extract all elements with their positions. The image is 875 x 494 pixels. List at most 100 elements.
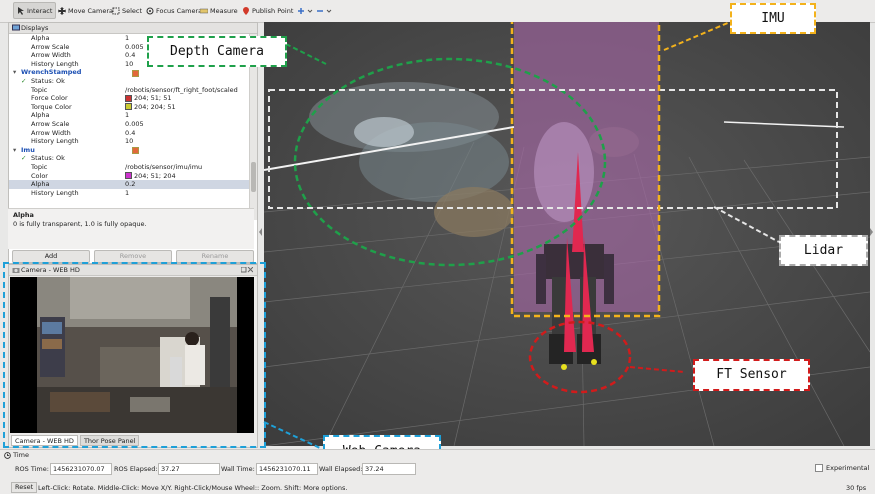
property-name: Arrow Scale	[31, 120, 70, 128]
property-value[interactable]: 0.005	[125, 120, 144, 129]
display-property-row[interactable]: History Length 10	[9, 137, 249, 146]
imu-callout: IMU	[730, 3, 816, 34]
status-ok-icon: ✓	[21, 77, 27, 85]
property-name: Imu	[21, 145, 35, 154]
property-value-text: 0.005	[125, 42, 144, 51]
property-name: Topic	[31, 163, 48, 171]
property-name: WrenchStamped	[21, 68, 82, 77]
display-property-row[interactable]: Arrow Width 0.4	[9, 129, 249, 138]
property-value-text: /robotis/sensor/ft_right_foot/scaled	[125, 85, 238, 94]
property-value[interactable]: /robotis/sensor/ft_right_foot/scaled	[125, 86, 238, 95]
ros-elapsed-field[interactable]: 37.27	[158, 463, 220, 475]
depth-camera-callout: Depth Camera	[147, 36, 287, 67]
display-property-row[interactable]: Torque Color 204; 204; 51	[9, 103, 249, 112]
scrollbar-thumb[interactable]	[251, 162, 256, 192]
wall-time-field[interactable]: 1456231070.11	[256, 463, 318, 475]
cursor-icon	[18, 6, 24, 15]
select-icon	[112, 7, 120, 14]
color-swatch	[125, 94, 132, 102]
enable-checkbox[interactable]	[132, 147, 139, 155]
description-title: Alpha	[13, 211, 34, 219]
display-property-row[interactable]: Status: Ok ✓	[9, 77, 249, 86]
property-value[interactable]: 204; 204; 51	[125, 103, 176, 112]
display-property-row[interactable]: Topic/robotis/sensor/ft_right_foot/scale…	[9, 86, 249, 95]
property-name: Topic	[31, 85, 48, 94]
property-value-text: 0.005	[125, 120, 144, 128]
measure-button[interactable]: Measure	[200, 3, 238, 18]
wall-time-label: Wall Time:	[221, 465, 255, 473]
display-property-row[interactable]: WrenchStamped ▾	[9, 68, 249, 77]
property-value-text: 0.2	[125, 180, 136, 189]
property-name: Force Color	[31, 94, 68, 103]
experimental-checkbox[interactable]: Experimental	[815, 464, 869, 472]
ros-time-label: ROS Time:	[15, 465, 49, 473]
display-property-row[interactable]: History Length 1	[9, 189, 249, 198]
property-value[interactable]: 204; 51; 204	[125, 172, 176, 181]
property-name: History Length	[31, 188, 79, 197]
wall-elapsed-field[interactable]: 37.24	[362, 463, 416, 475]
clock-icon	[4, 451, 11, 459]
property-value-text: 204; 51; 51	[134, 94, 172, 103]
add-tool-button[interactable]	[297, 3, 315, 18]
color-swatch	[125, 103, 132, 111]
expand-chevron-icon[interactable]: ▾	[13, 68, 16, 77]
move-camera-button[interactable]: Move Camera	[58, 3, 113, 18]
display-property-row[interactable]: Topic/robotis/sensor/imu/imu	[9, 163, 249, 172]
property-value[interactable]: 10	[125, 137, 133, 146]
display-property-row[interactable]: Alpha 1	[9, 111, 249, 120]
display-property-row[interactable]: Alpha 0.2	[9, 180, 249, 189]
collapse-left-icon	[259, 228, 262, 236]
property-value[interactable]: 1	[125, 111, 129, 120]
enable-checkbox[interactable]	[132, 69, 139, 77]
ruler-icon	[200, 8, 208, 13]
property-description: Alpha 0 is fully transparent, 1.0 is ful…	[8, 208, 254, 249]
property-value[interactable]: 1	[125, 34, 129, 43]
property-value-text: /robotis/sensor/imu/imu	[125, 163, 203, 171]
display-property-row[interactable]: Imu ▾	[9, 146, 249, 155]
expand-chevron-icon[interactable]: ▾	[13, 146, 16, 155]
checkbox-box[interactable]	[815, 464, 823, 472]
property-value[interactable]: 0.4	[125, 51, 135, 60]
display-property-row[interactable]: Color 204; 51; 204	[9, 172, 249, 181]
property-name: Arrow Width	[31, 51, 71, 60]
property-value-text: 0.4	[125, 51, 136, 60]
move-camera-label: Move Camera	[68, 6, 114, 15]
property-name: Arrow Width	[31, 128, 71, 137]
ros-time-field[interactable]: 1456231070.07	[50, 463, 112, 475]
measure-label: Measure	[210, 6, 238, 15]
property-value[interactable]: 0.4	[125, 129, 135, 138]
reset-button[interactable]: Reset	[11, 482, 38, 493]
ros-elapsed-label: ROS Elapsed:	[114, 465, 158, 473]
display-property-row[interactable]: Status: Ok ✓	[9, 154, 249, 163]
property-value[interactable]: 10	[125, 60, 133, 69]
focus-camera-label: Focus Camera	[156, 6, 203, 15]
displays-header: Displays	[9, 23, 257, 34]
focus-camera-button[interactable]: Focus Camera	[146, 3, 202, 18]
property-value-text: 10	[125, 137, 134, 146]
move-icon	[58, 6, 66, 15]
property-value[interactable]: 204; 51; 51	[125, 94, 171, 103]
property-value-text: 10	[125, 59, 134, 68]
lidar-callout: Lidar	[779, 235, 868, 266]
left-splitter[interactable]	[256, 222, 264, 242]
property-value[interactable]: 0.005	[125, 43, 144, 52]
display-property-row[interactable]: Arrow Scale 0.005	[9, 120, 249, 129]
property-value[interactable]: 0.2	[125, 180, 135, 189]
property-value[interactable]: /robotis/sensor/imu/imu	[125, 163, 202, 172]
property-name: Alpha	[31, 180, 50, 189]
property-value-text: 204; 204; 51	[134, 102, 176, 111]
property-name: Color	[31, 171, 48, 180]
property-value[interactable]: 1	[125, 189, 129, 198]
minus-icon	[317, 9, 332, 13]
focus-icon	[146, 7, 154, 14]
display-property-row[interactable]: Force Color 204; 51; 51	[9, 94, 249, 103]
property-name: Status: Ok	[31, 154, 65, 163]
publish-point-button[interactable]: Publish Point	[242, 3, 293, 18]
select-label: Select	[122, 6, 143, 15]
property-name: History Length	[31, 137, 79, 146]
property-value-text: 1	[125, 111, 130, 120]
interact-tool-button[interactable]: Interact	[13, 2, 57, 19]
select-button[interactable]: Select	[112, 3, 142, 18]
remove-tool-button[interactable]	[316, 3, 334, 18]
web-camera-highlight	[3, 262, 266, 448]
